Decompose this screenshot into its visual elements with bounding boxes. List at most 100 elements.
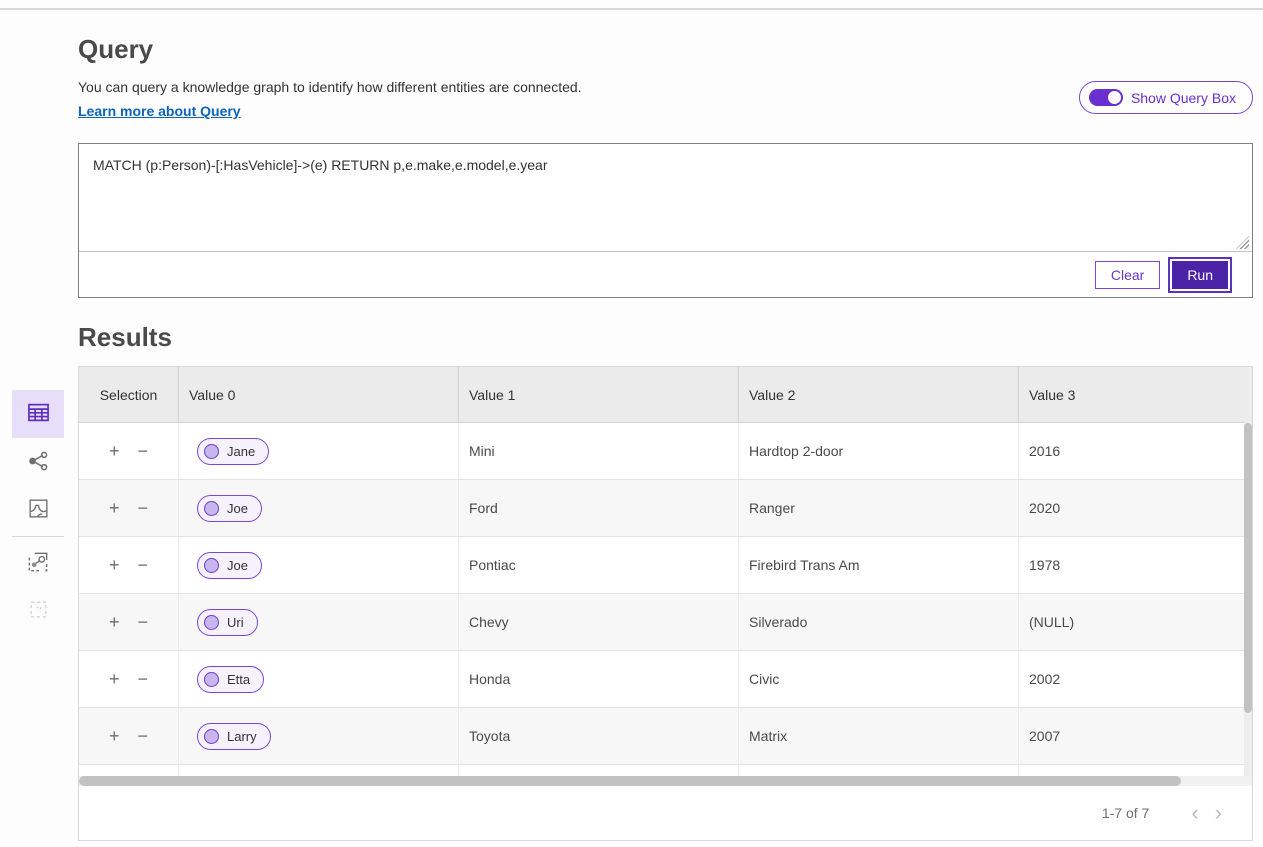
- selection-cell: + −: [79, 594, 179, 650]
- table-row: + − Uri Chevy Silverado (NULL): [79, 594, 1252, 651]
- main-content: Query You can query a knowledge graph to…: [78, 0, 1253, 847]
- entity-dot-icon: [204, 558, 219, 573]
- entity-name: Joe: [227, 501, 248, 516]
- learn-more-link[interactable]: Learn more about Query: [78, 103, 241, 119]
- entity-cell: Joe: [179, 480, 459, 536]
- results-title: Results: [78, 322, 172, 353]
- entity-pill[interactable]: Larry: [197, 723, 271, 750]
- entity-name: Jane: [227, 444, 255, 459]
- toolbar-divider: [12, 536, 64, 537]
- add-to-selection-icon[interactable]: +: [109, 727, 120, 745]
- pagination-prev-icon[interactable]: ‹: [1183, 802, 1206, 824]
- horizontal-scrollbar-thumb[interactable]: [79, 776, 1181, 786]
- value3-cell: (NULL): [1019, 594, 1252, 650]
- value1-cell: Toyota: [459, 708, 739, 764]
- entity-dot-icon: [204, 672, 219, 687]
- value1-cell: Chevy: [459, 594, 739, 650]
- add-to-selection-icon[interactable]: +: [109, 556, 120, 574]
- value1-cell: [459, 765, 739, 776]
- selection-cell: + −: [79, 537, 179, 593]
- value2-cell: Silverado: [739, 594, 1019, 650]
- map-view-button[interactable]: [12, 486, 64, 534]
- column-header-selection: Selection: [79, 367, 179, 422]
- value2-cell: [739, 765, 1019, 776]
- value1-cell: Honda: [459, 651, 739, 707]
- pagination-range-label: 1-7 of 7: [1102, 805, 1149, 821]
- link-chart-view-button[interactable]: [12, 438, 64, 486]
- entity-name: Joe: [227, 558, 248, 573]
- value3-cell: 2007: [1019, 708, 1252, 764]
- remove-from-selection-icon[interactable]: −: [138, 499, 149, 517]
- table-body: + − Jane Mini Hardtop 2-door 2016: [79, 423, 1252, 776]
- vertical-scrollbar-thumb[interactable]: [1244, 423, 1252, 713]
- column-header-value1: Value 1: [459, 367, 739, 422]
- entity-dot-icon: [204, 615, 219, 630]
- value1-cell: Ford: [459, 480, 739, 536]
- value1-cell: Pontiac: [459, 537, 739, 593]
- entity-cell: Larry: [179, 708, 459, 764]
- map-view-icon: [26, 496, 51, 524]
- page-description: You can query a knowledge graph to ident…: [78, 79, 582, 95]
- toggle-knob: [1108, 91, 1121, 104]
- add-to-selection-icon[interactable]: +: [109, 442, 120, 460]
- value3-cell: 2020: [1019, 480, 1252, 536]
- add-to-selection-icon[interactable]: +: [109, 670, 120, 688]
- query-input[interactable]: MATCH (p:Person)-[:HasVehicle]->(e) RETU…: [79, 144, 1252, 252]
- selection-cell: + −: [79, 651, 179, 707]
- value2-cell: Matrix: [739, 708, 1019, 764]
- remove-from-selection-icon[interactable]: −: [138, 556, 149, 574]
- pagination-next-icon[interactable]: ›: [1207, 802, 1230, 824]
- entity-cell: [179, 765, 459, 776]
- view-toolbar: [12, 390, 64, 635]
- entity-name: Etta: [227, 672, 250, 687]
- run-button[interactable]: Run: [1172, 261, 1228, 289]
- column-header-value3: Value 3: [1019, 367, 1252, 422]
- table-row-partial: [79, 765, 1252, 776]
- show-query-box-toggle[interactable]: Show Query Box: [1079, 81, 1253, 114]
- selection-tool-button[interactable]: [12, 587, 64, 635]
- entity-pill[interactable]: Joe: [197, 552, 262, 579]
- value3-cell: 1978: [1019, 537, 1252, 593]
- vertical-scrollbar[interactable]: [1244, 367, 1252, 776]
- entity-pill[interactable]: Jane: [197, 438, 269, 465]
- entity-pill[interactable]: Joe: [197, 495, 262, 522]
- add-to-selection-icon[interactable]: +: [109, 613, 120, 631]
- remove-from-selection-icon[interactable]: −: [138, 727, 149, 745]
- page-title: Query: [78, 34, 153, 65]
- entity-dot-icon: [204, 729, 219, 744]
- entity-name: Uri: [227, 615, 244, 630]
- query-page: Query You can query a knowledge graph to…: [0, 0, 1263, 847]
- value2-cell: Ranger: [739, 480, 1019, 536]
- clear-button[interactable]: Clear: [1095, 261, 1160, 289]
- query-input-wrap: MATCH (p:Person)-[:HasVehicle]->(e) RETU…: [79, 144, 1252, 252]
- value2-cell: Hardtop 2-door: [739, 423, 1019, 479]
- new-link-chart-button[interactable]: [12, 539, 64, 587]
- selection-cell: + −: [79, 423, 179, 479]
- value1-cell: Mini: [459, 423, 739, 479]
- entity-cell: Joe: [179, 537, 459, 593]
- table-row: + − Etta Honda Civic 2002: [79, 651, 1252, 708]
- selection-cell: + −: [79, 480, 179, 536]
- toggle-switch-icon[interactable]: [1089, 89, 1123, 106]
- entity-pill[interactable]: Uri: [197, 609, 258, 636]
- value3-cell: [1019, 765, 1252, 776]
- results-card: Selection Value 0 Value 1 Value 2 Value …: [78, 366, 1253, 841]
- remove-from-selection-icon[interactable]: −: [138, 613, 149, 631]
- remove-from-selection-icon[interactable]: −: [138, 670, 149, 688]
- horizontal-scrollbar[interactable]: [79, 776, 1252, 786]
- selection-tool-icon: [26, 597, 51, 625]
- value2-cell: Civic: [739, 651, 1019, 707]
- query-actions-bar: Clear Run: [79, 251, 1252, 297]
- remove-from-selection-icon[interactable]: −: [138, 442, 149, 460]
- value2-cell: Firebird Trans Am: [739, 537, 1019, 593]
- entity-cell: Uri: [179, 594, 459, 650]
- entity-dot-icon: [204, 444, 219, 459]
- toggle-label: Show Query Box: [1131, 90, 1236, 106]
- add-to-selection-icon[interactable]: +: [109, 499, 120, 517]
- entity-pill[interactable]: Etta: [197, 666, 264, 693]
- link-chart-view-icon: [25, 448, 51, 477]
- table-view-button[interactable]: [12, 390, 64, 438]
- entity-cell: Jane: [179, 423, 459, 479]
- entity-dot-icon: [204, 501, 219, 516]
- value3-cell: 2016: [1019, 423, 1252, 479]
